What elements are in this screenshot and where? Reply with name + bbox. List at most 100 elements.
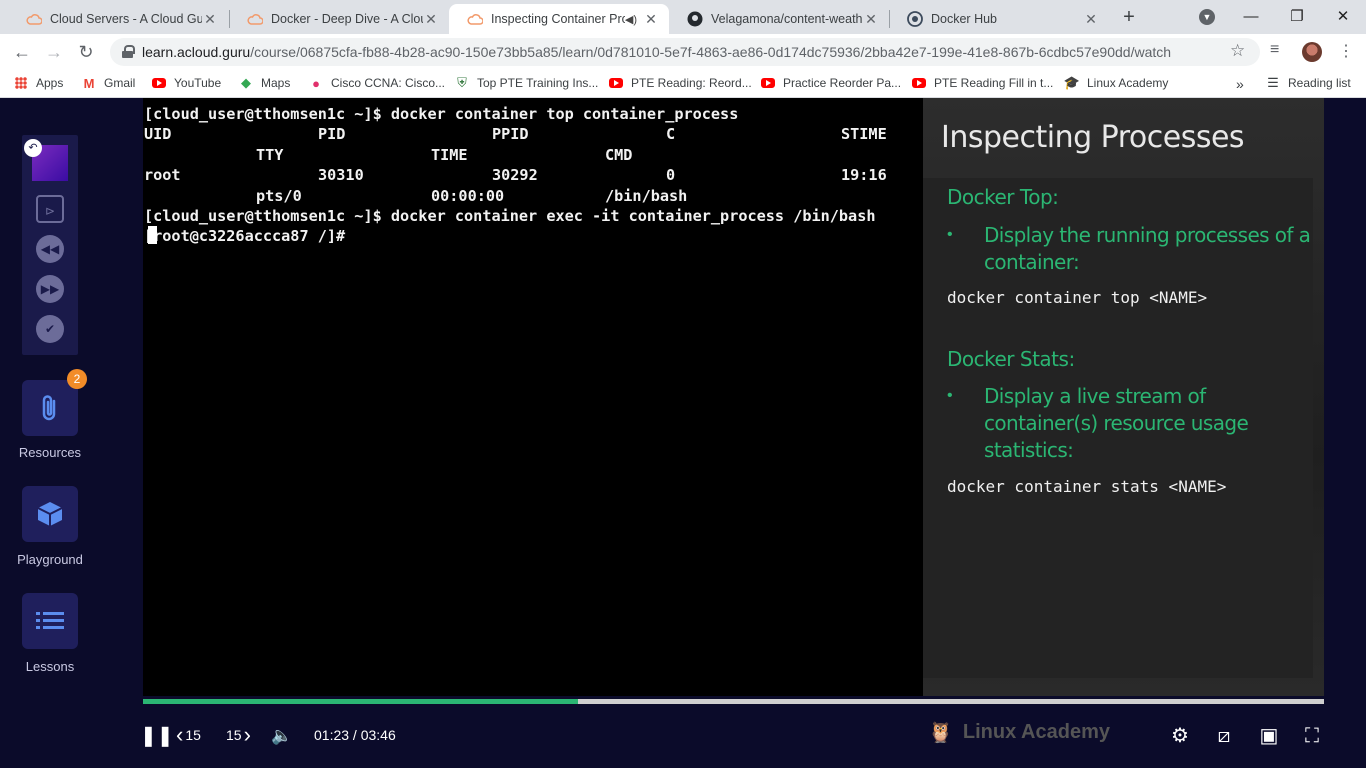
youtube-icon [912,76,926,90]
tab-docker-deep-dive[interactable]: Docker - Deep Dive - A Cloud ✕ [229,4,449,34]
tab-title: Velagamona/content-weathe [711,12,863,26]
docker-icon [907,11,923,27]
address-bar[interactable]: learn.acloud.guru/course/06875cfa-fb88-4… [110,38,1260,66]
cloud-icon [467,11,483,27]
pte-icon: ⛨ [457,75,467,90]
playground-label: Playground [17,552,83,567]
terminal-line: [root@c3226accca87 /]# [143,226,923,246]
bookmarks-overflow[interactable]: » [1236,76,1244,92]
video-progress-fill [143,699,578,704]
slide-heading: Docker Top: [947,185,1059,209]
course-player-page: ↶ ⊳ ◀◀ ▶▶ ✔ 2 Resources Playground Lesso… [0,98,1366,768]
speaker-icon[interactable]: ◀) [625,13,637,26]
gmail-icon: M [83,75,95,91]
bookmark-linux-academy[interactable]: 🎓 Linux Academy [1063,75,1168,90]
linux-academy-icon: 🎓 [1063,75,1081,90]
bookmark-apps[interactable]: Apps [14,76,63,90]
pause-button[interactable]: ❚❚ [140,724,174,748]
browser-window: Cloud Servers - A Cloud Guru ✕ Docker - … [0,0,1366,768]
tab-inspecting-container[interactable]: Inspecting Container Pro ◀) ✕ [449,4,669,34]
youtube-icon [761,76,775,90]
reading-list-icon: ☰ [1267,75,1279,90]
back-to-course-icon[interactable]: ↶ [24,139,42,157]
resources-badge: 2 [67,369,87,389]
toggle-sidebar-icon[interactable]: ⊳ [36,195,64,223]
new-tab-button[interactable]: + [1118,6,1140,28]
cloud-icon [247,11,263,27]
apps-grid-icon [14,76,28,90]
close-tab-icon[interactable]: ✕ [863,11,879,28]
bookmark-star-icon[interactable]: ☆ [1230,41,1245,61]
lessons-button[interactable] [22,593,78,649]
slide-code: docker container stats <NAME> [947,477,1227,496]
tab-title: Inspecting Container Pro [491,12,625,26]
bookmark-pte-training[interactable]: ⛨ Top PTE Training Ins... [455,75,598,90]
slide-code: docker container top <NAME> [947,288,1208,307]
video-progress-bar[interactable] [143,699,1324,704]
close-tab-icon[interactable]: ✕ [202,11,218,28]
terminal-cursor [148,226,157,245]
restore-icon[interactable]: ❐ [1285,6,1309,28]
avatar[interactable] [1302,42,1322,62]
youtube-icon [609,76,623,90]
bookmark-cisco[interactable]: ● Cisco CCNA: Cisco... [309,76,445,91]
picture-in-picture-icon[interactable]: ▣ [1257,724,1281,748]
bookmark-gmail[interactable]: M Gmail [82,75,136,91]
minimize-icon[interactable]: — [1239,6,1263,28]
terminal-line: UID PID PPID C STIME [144,125,887,144]
fullscreen-icon[interactable]: ⛶ [1300,724,1324,748]
bookmark-maps[interactable]: ◆ Maps [239,75,290,90]
tab-github[interactable]: Velagamona/content-weathe ✕ [669,4,889,34]
rewind-15-button[interactable]: ‹ 15 [176,722,201,747]
mark-complete-icon[interactable]: ✔ [36,315,64,343]
list-icon [36,612,64,629]
tab-docker-hub[interactable]: Docker Hub ✕ [889,4,1109,34]
cloud-icon [26,11,42,27]
close-tab-icon[interactable]: ✕ [643,11,659,28]
url-text: learn.acloud.guru/course/06875cfa-fb88-4… [142,44,1172,60]
reload-icon[interactable]: ↻ [74,40,98,64]
settings-gear-icon[interactable]: ⚙ [1168,724,1192,748]
slide-panel: Inspecting Processes Docker Top: • Displ… [923,98,1324,696]
terminal-line: TTY TIME CMD [256,145,633,164]
resources-button[interactable] [22,380,78,436]
address-toolbar: ← → ↻ learn.acloud.guru/course/06875cfa-… [0,34,1366,70]
paperclip-icon [42,395,56,421]
bookmark-pte-fill[interactable]: PTE Reading Fill in t... [912,76,1053,90]
bullet-icon: • [947,226,953,243]
video-frame[interactable]: [cloud_user@tthomsen1c ~]$ docker contai… [143,98,1324,696]
playground-button[interactable] [22,486,78,542]
slide-title: Inspecting Processes [941,120,1245,155]
tab-title: Docker - Deep Dive - A Cloud [271,12,423,26]
close-tab-icon[interactable]: ✕ [1083,11,1099,28]
resources-label: Resources [18,445,82,460]
time-display: 01:23 / 03:46 [314,727,396,743]
menu-icon[interactable]: ⋮ [1338,41,1354,61]
back-icon[interactable]: ← [10,40,34,64]
video-tools-panel: ↶ ⊳ ◀◀ ▶▶ ✔ [22,135,78,355]
volume-icon[interactable]: 🔈 [270,724,294,748]
terminal-line: [cloud_user@tthomsen1c ~]$ docker contai… [144,105,739,123]
close-window-icon[interactable]: ✕ [1331,6,1355,28]
bookmark-youtube[interactable]: YouTube [152,76,221,90]
chevron-right-icon: › [243,722,251,747]
fast-forward-icon[interactable]: ▶▶ [36,275,64,303]
close-tab-icon[interactable]: ✕ [423,11,439,28]
sidebar: ↶ ⊳ ◀◀ ▶▶ ✔ 2 Resources Playground Lesso… [0,98,100,768]
maps-icon: ◆ [241,75,251,90]
media-control-icon[interactable]: ≡ [1270,41,1279,59]
bookmark-practice-reorder[interactable]: Practice Reorder Pa... [761,76,901,90]
lessons-label: Lessons [25,659,75,674]
captions-off-icon[interactable]: ⧄ [1212,724,1236,748]
tab-cloud-servers[interactable]: Cloud Servers - A Cloud Guru ✕ [8,4,228,34]
owl-icon: 🦉 [928,722,953,744]
tab-title: Cloud Servers - A Cloud Guru [50,12,202,26]
forward-icon[interactable]: → [42,40,66,64]
bookmark-pte-reorder[interactable]: PTE Reading: Reord... [609,76,752,90]
forward-15-button[interactable]: 15 › [226,722,251,747]
tab-search-icon[interactable]: ▼ [1199,9,1215,25]
reading-list[interactable]: ☰ Reading list [1266,75,1351,90]
rewind-icon[interactable]: ◀◀ [36,235,64,263]
cube-icon [37,502,63,526]
lock-icon [122,45,135,58]
